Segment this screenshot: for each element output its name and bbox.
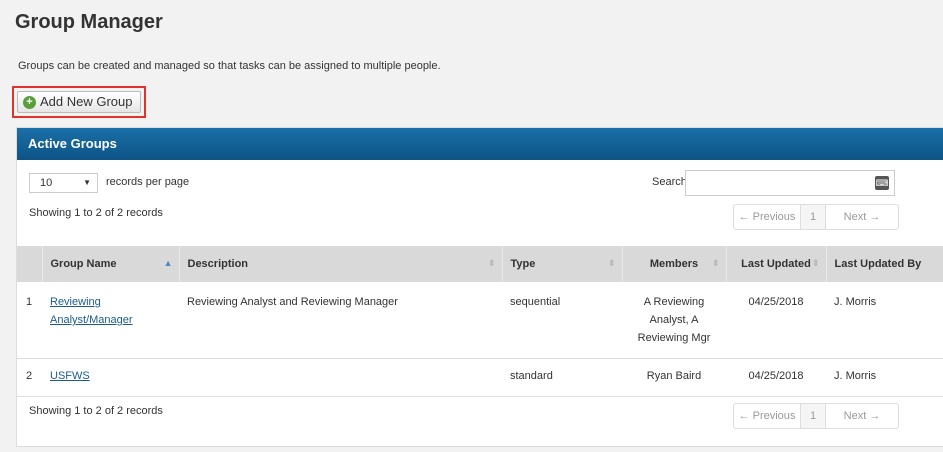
group-name-cell: USFWS [42, 358, 179, 397]
records-per-page-select[interactable]: 10 ▼ [29, 173, 98, 193]
next-page-button[interactable]: Next → [826, 404, 898, 428]
column-header-last-updated[interactable]: Last Updated ⬍ [726, 246, 827, 282]
page-title: Group Manager [15, 11, 163, 33]
groups-table: Group Name ▲ Description ⬍ Type ⬍ Members ⬍ … [17, 246, 943, 397]
row-number: 1 [17, 282, 42, 359]
members-cell: Ryan Baird [622, 358, 726, 397]
table-row: 1 Reviewing Analyst/Manager Reviewing An… [17, 282, 943, 359]
column-header-description[interactable]: Description ⬍ [179, 246, 503, 282]
description-cell [179, 358, 502, 397]
last-updated-by-cell: J. Morris [826, 282, 943, 359]
type-cell: standard [502, 358, 622, 397]
add-new-group-button[interactable]: + Add New Group [17, 91, 141, 113]
column-header-num [17, 246, 43, 282]
records-info-top: Showing 1 to 2 of 2 records [29, 207, 163, 219]
records-per-page-label: records per page [106, 176, 190, 188]
last-updated-by-cell: J. Morris [826, 358, 943, 397]
column-header-members[interactable]: Members ⬍ [622, 246, 727, 282]
add-new-group-label: Add New Group [40, 94, 133, 109]
type-cell: sequential [502, 282, 622, 359]
page-1-button[interactable]: 1 [801, 404, 826, 428]
sort-icon: ⬍ [711, 258, 720, 268]
page-description: Groups can be created and managed so tha… [18, 60, 441, 72]
row-number: 2 [17, 358, 42, 397]
table-row: 2 USFWS standard Ryan Baird 04/25/2018 J… [17, 358, 943, 397]
group-name-cell: Reviewing Analyst/Manager [42, 282, 179, 359]
active-groups-panel: Active Groups 10 ▼ records per page Sear… [16, 127, 943, 447]
sort-icon: ⬍ [811, 258, 820, 268]
dropdown-arrow-icon: ▼ [83, 178, 91, 187]
records-info-bottom: Showing 1 to 2 of 2 records [29, 405, 163, 417]
column-header-group-name[interactable]: Group Name ▲ [42, 246, 180, 282]
last-updated-cell: 04/25/2018 [726, 358, 826, 397]
plus-circle-icon: + [23, 96, 36, 109]
sort-icon: ⬍ [607, 258, 616, 268]
pagination-bottom: ← Previous 1 Next → [733, 403, 899, 429]
pagination-top: ← Previous 1 Next → [733, 204, 899, 230]
previous-page-button[interactable]: ← Previous [734, 205, 801, 229]
group-name-link[interactable]: USFWS [50, 370, 90, 382]
description-cell: Reviewing Analyst and Reviewing Manager [179, 282, 502, 359]
sort-icon: ⬍ [487, 258, 496, 268]
sort-asc-icon: ▲ [163, 258, 173, 268]
add-group-highlight: + Add New Group [12, 86, 146, 118]
group-name-link[interactable]: Reviewing Analyst/Manager [50, 296, 133, 326]
search-input[interactable]: ⌨ [685, 170, 895, 196]
last-updated-cell: 04/25/2018 [726, 282, 826, 359]
next-page-button[interactable]: Next → [826, 205, 898, 229]
page-1-button[interactable]: 1 [801, 205, 826, 229]
column-header-last-updated-by[interactable]: Last Updated By [826, 246, 943, 282]
column-header-type[interactable]: Type ⬍ [502, 246, 623, 282]
members-cell: A Reviewing Analyst, A Reviewing Mgr [622, 282, 726, 359]
previous-page-button[interactable]: ← Previous [734, 404, 801, 428]
table-header-row: Group Name ▲ Description ⬍ Type ⬍ Members ⬍ … [17, 246, 943, 282]
records-per-page-value: 10 [40, 177, 53, 189]
panel-title: Active Groups [17, 128, 943, 160]
keyboard-icon[interactable]: ⌨ [875, 176, 889, 190]
